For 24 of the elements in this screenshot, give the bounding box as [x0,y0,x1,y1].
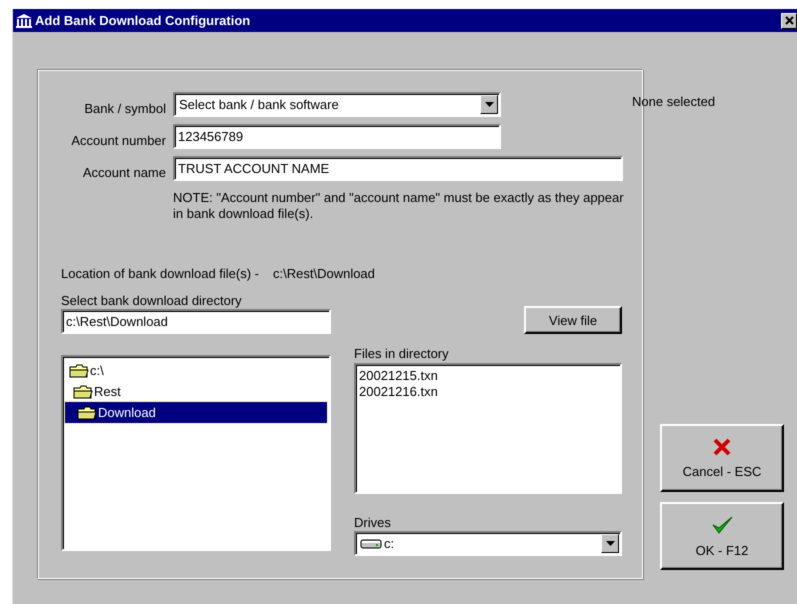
field-label: Account name [82,164,166,180]
view-file-button[interactable]: View file [524,306,622,334]
directory-label: Select bank download directory [61,293,243,309]
file-item[interactable]: 20021215.txn [358,368,618,384]
directory-field[interactable]: c:\Rest\Download [61,309,331,334]
drives-label: Drives [354,515,392,531]
file-item[interactable]: 20021216.txn [358,384,618,400]
field-label: Account number [70,132,166,148]
tree-item[interactable]: Download [65,402,327,423]
window-title: Add Bank Download Configuration [35,13,252,28]
drive-dropdown[interactable]: c: [354,531,622,556]
account-number-field[interactable]: 123456789 [173,124,501,149]
cancel-button[interactable]: Cancel - ESC [660,424,784,492]
ok-button[interactable]: OK - F12 [660,502,784,570]
account-name-field[interactable]: TRUST ACCOUNT NAME [173,156,623,181]
selection-status: None selected [631,94,716,109]
tree-item[interactable]: Rest [65,381,327,402]
field-label: Bank / symbol [83,100,166,116]
location-label: Location of bank download file(s) - [61,266,260,281]
tree-item[interactable]: c:\ [65,360,327,381]
bank-dropdown[interactable]: Select bank / bank software [173,92,501,117]
files-label: Files in directory [354,346,450,362]
location-path: c:\Rest\Download [273,266,375,281]
note-text: NOTE: "Account number" and "account name" must be exactly as they appear in bank download file(s). [173,190,625,222]
